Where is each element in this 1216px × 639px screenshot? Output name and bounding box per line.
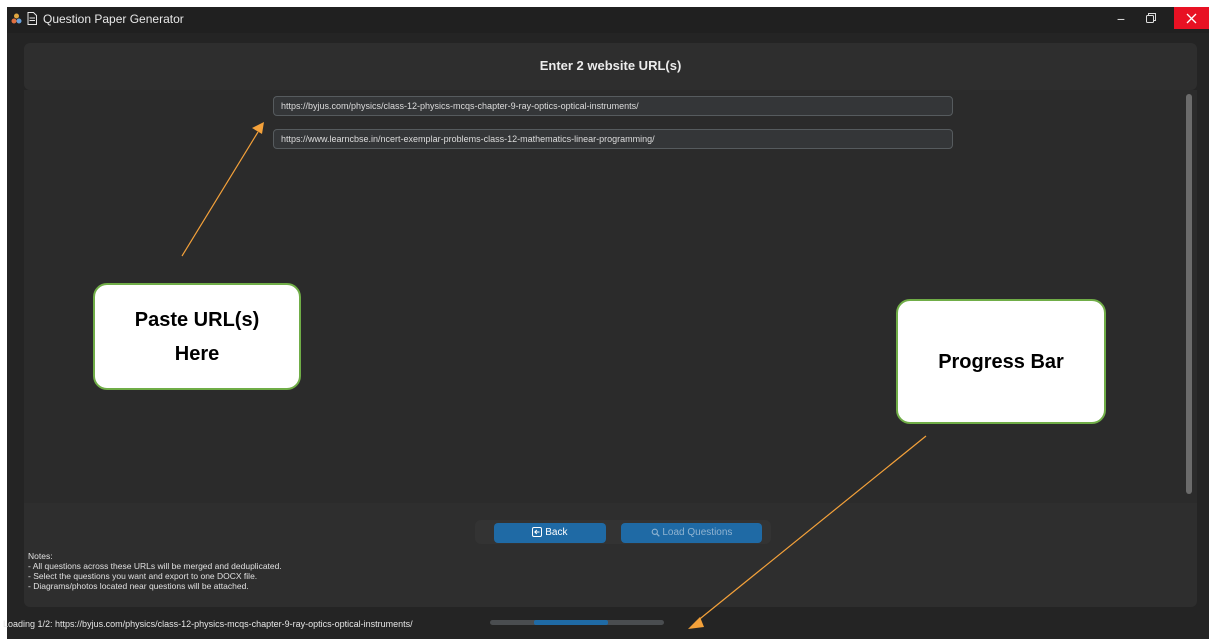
restore-icon[interactable]	[1146, 13, 1156, 23]
load-questions-button[interactable]: Load Questions	[621, 523, 762, 543]
status-text: Loading 1/2: https://byjus.com/physics/c…	[3, 619, 413, 629]
window-title: Question Paper Generator	[43, 12, 184, 26]
load-questions-label: Load Questions	[662, 527, 733, 538]
paste-urls-callout: Paste URL(s) Here	[93, 283, 301, 390]
notes-line: - All questions across these URLs will b…	[28, 561, 282, 571]
notes-line: - Select the questions you want and expo…	[28, 571, 258, 581]
url-input-2[interactable]: https://www.learncbse.in/ncert-exemplar-…	[273, 129, 953, 149]
button-bar: Back Load Questions	[475, 520, 771, 544]
page-header: Enter 2 website URL(s)	[24, 43, 1197, 90]
back-arrow-icon	[532, 527, 543, 537]
back-button[interactable]: Back	[494, 523, 606, 543]
notes-heading: Notes:	[28, 551, 53, 561]
back-button-label: Back	[545, 527, 568, 538]
app-icon	[11, 13, 22, 24]
close-icon	[1186, 13, 1197, 24]
progress-bar-fill	[534, 620, 608, 625]
progress-callout-label: Progress Bar	[938, 350, 1064, 373]
paste-callout-line2: Here	[174, 342, 220, 365]
notes-section: Notes: - All questions across these URLs…	[28, 551, 282, 591]
notes-line: - Diagrams/photos located near questions…	[28, 581, 249, 591]
bottom-panel: Back Load Questions Notes: - All questio…	[24, 503, 1197, 607]
url-input-1[interactable]: https://byjus.com/physics/class-12-physi…	[273, 96, 953, 116]
minimize-icon[interactable]: −	[1114, 9, 1128, 29]
scrollbar-thumb[interactable]	[1186, 94, 1192, 494]
paste-callout-line1: Paste URL(s)	[134, 308, 260, 331]
document-icon	[27, 12, 37, 25]
progress-bar-callout: Progress Bar	[896, 299, 1106, 424]
magnifier-icon	[651, 528, 660, 537]
progress-bar	[490, 620, 664, 625]
title-bar: Question Paper Generator −	[7, 7, 1209, 33]
close-button[interactable]	[1174, 7, 1209, 29]
page-title: Enter 2 website URL(s)	[539, 58, 682, 73]
